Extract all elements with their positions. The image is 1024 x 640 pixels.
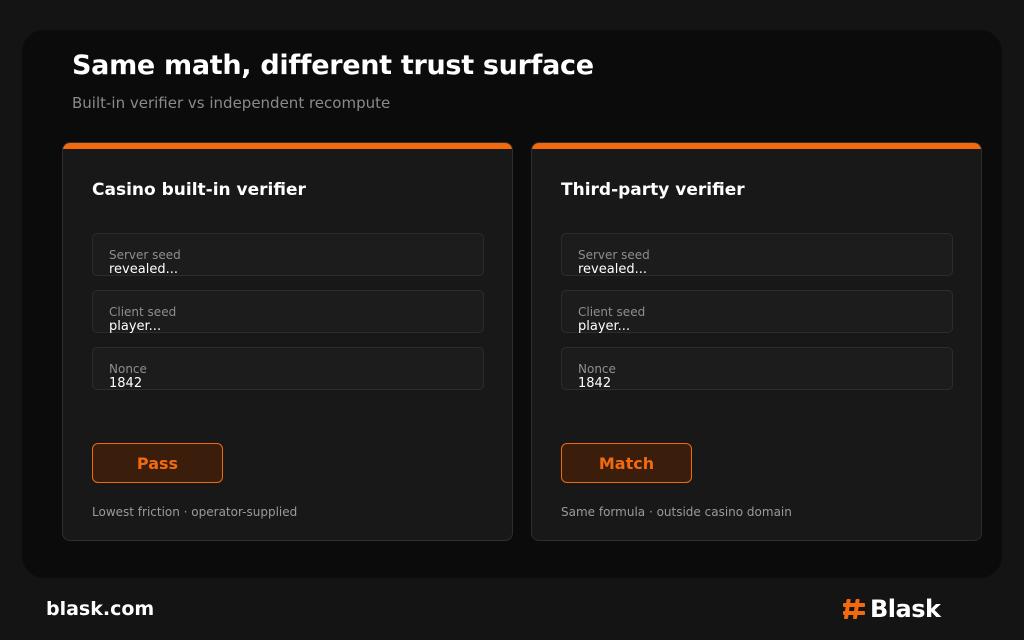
panel-accent-bar <box>63 143 512 149</box>
field-label: Nonce <box>578 362 616 376</box>
field-value: player... <box>578 319 631 334</box>
third-party-verifier-panel: Third-party verifier Server seed reveale… <box>531 142 982 541</box>
client-seed-field[interactable]: Client seed player... <box>92 290 484 334</box>
panel-title: Third-party verifier <box>561 180 745 200</box>
client-seed-field[interactable]: Client seed player... <box>561 290 953 334</box>
server-seed-field[interactable]: Server seed revealed... <box>92 233 484 277</box>
panel-caption: Same formula · outside casino domain <box>561 505 792 519</box>
field-label: Nonce <box>109 362 147 376</box>
panel-title: Casino built-in verifier <box>92 180 306 200</box>
page-subtitle: Built-in verifier vs independent recompu… <box>72 94 391 112</box>
panel-accent-bar <box>532 143 981 149</box>
server-seed-field[interactable]: Server seed revealed... <box>561 233 953 277</box>
field-label: Server seed <box>578 248 650 262</box>
match-button[interactable]: Match <box>561 443 692 483</box>
hash-logo-icon <box>843 599 865 619</box>
page-title: Same math, different trust surface <box>72 50 594 81</box>
nonce-field[interactable]: Nonce 1842 <box>561 347 953 391</box>
field-value: 1842 <box>109 376 143 391</box>
brand-name: Blask <box>870 595 941 623</box>
nonce-field[interactable]: Nonce 1842 <box>92 347 484 391</box>
field-value: revealed... <box>578 262 647 277</box>
panel-caption: Lowest friction · operator-supplied <box>92 505 298 519</box>
field-value: player... <box>109 319 162 334</box>
field-value: 1842 <box>578 376 612 391</box>
brand-logo[interactable]: Blask <box>842 594 941 624</box>
field-label: Client seed <box>578 305 646 319</box>
field-value: revealed... <box>109 262 178 277</box>
builtin-verifier-panel: Casino built-in verifier Server seed rev… <box>62 142 513 541</box>
footer-url-link[interactable]: blask.com <box>46 598 154 620</box>
pass-button[interactable]: Pass <box>92 443 223 483</box>
field-label: Server seed <box>109 248 181 262</box>
field-label: Client seed <box>109 305 177 319</box>
